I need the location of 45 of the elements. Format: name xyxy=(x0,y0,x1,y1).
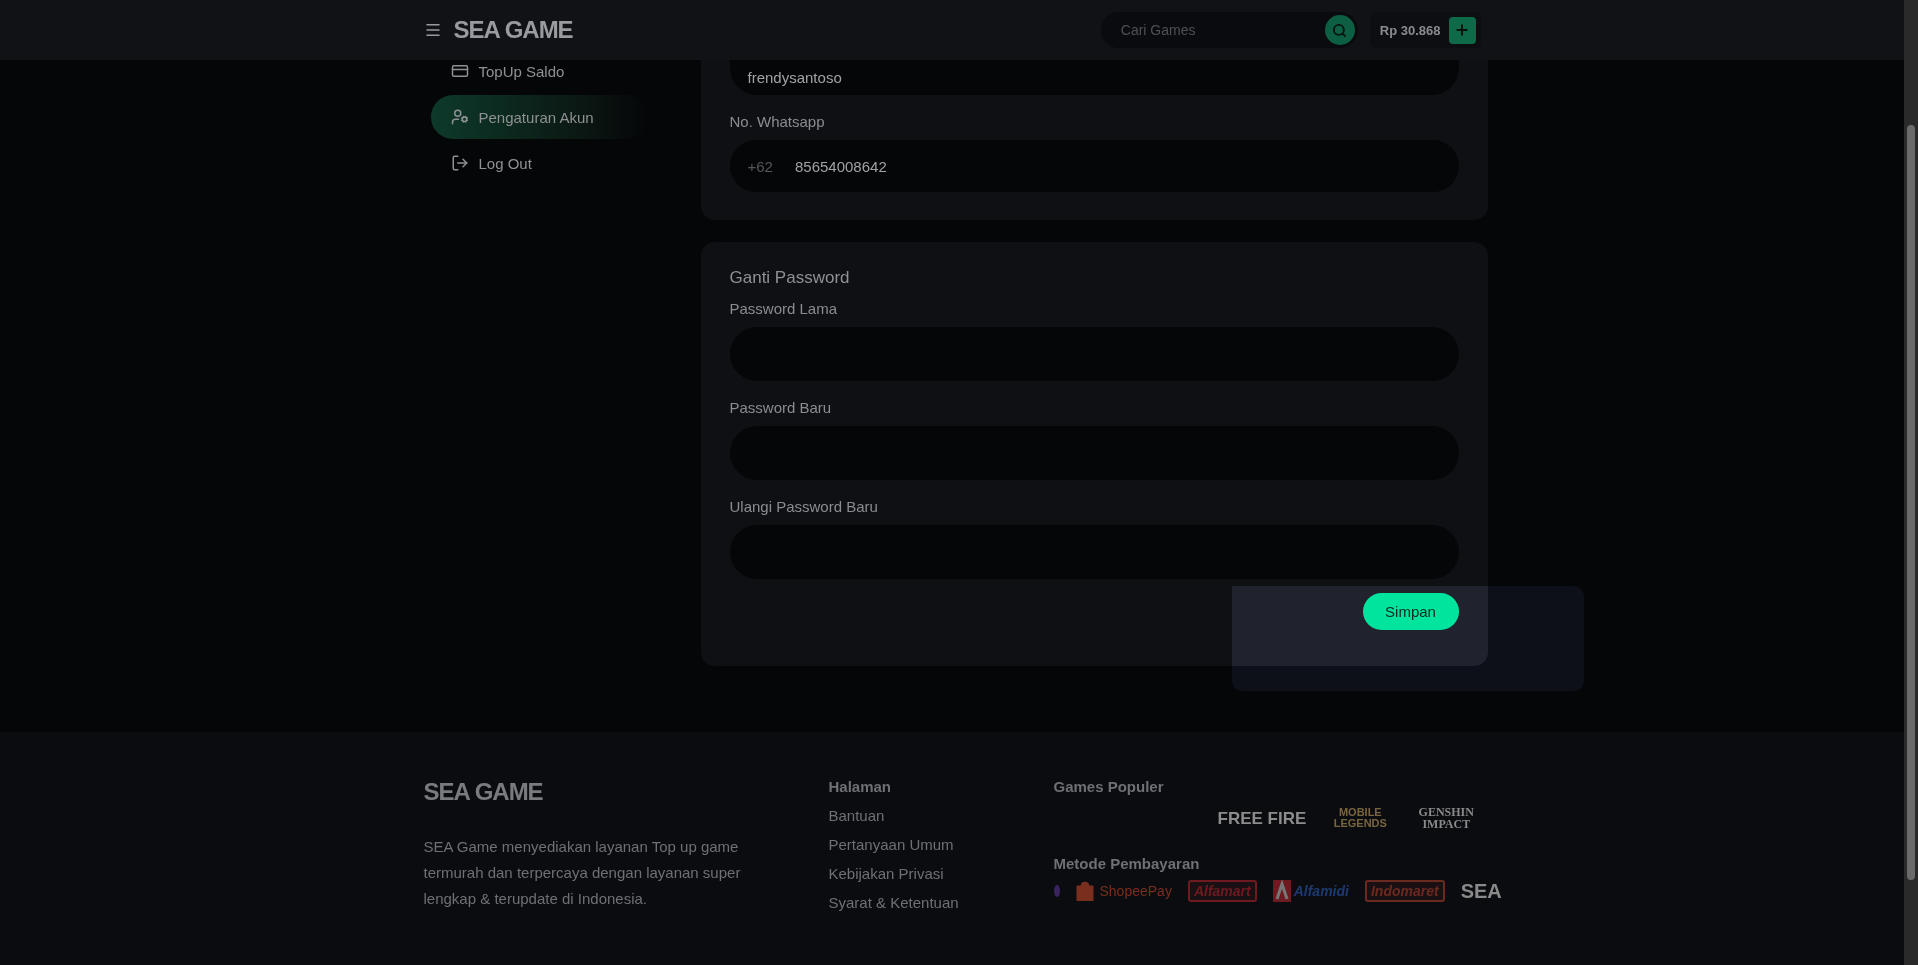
footer-logo: SEA GAME xyxy=(423,778,544,806)
field-label: No. Whatsapp xyxy=(729,113,826,130)
menu-icon[interactable] xyxy=(423,21,442,39)
game-logo[interactable]: FREE FIRE xyxy=(1217,809,1307,827)
sidebar-item[interactable]: Log Out xyxy=(430,153,648,173)
search-button[interactable] xyxy=(1324,15,1355,45)
country-code: +62 xyxy=(747,157,773,175)
ring-logo-icon xyxy=(1053,885,1060,897)
shopping-bag-icon xyxy=(1075,881,1094,901)
field-label: Ulangi Password Baru xyxy=(729,498,879,515)
game-logo[interactable]: GENSHIN IMPACT xyxy=(1414,806,1479,830)
footer-link[interactable]: Syarat & Ketentuan xyxy=(828,894,959,911)
game-logo[interactable]: MOBILE LEGENDS xyxy=(1328,807,1393,829)
card-title: Ganti Password xyxy=(729,268,851,288)
payment-logo: Indomaret xyxy=(1364,880,1445,902)
plus-icon xyxy=(1454,22,1470,38)
footer-link[interactable]: Kebijakan Privasi xyxy=(828,865,944,882)
card-icon xyxy=(450,62,469,80)
search-field[interactable]: Cari Games xyxy=(1100,12,1358,48)
letter-tile-icon xyxy=(1272,880,1291,902)
search-input[interactable]: Cari Games xyxy=(1118,21,1325,39)
user-settings-icon xyxy=(450,108,469,126)
balance-amount: Rp 30.868 xyxy=(1379,22,1441,38)
footer-description: SEA Game menyediakan layanan Top up game termurah dan terpercaya dengan layanan super lengkap & terupdate di Indonesia. xyxy=(423,837,742,909)
footer-link[interactable]: Bantuan xyxy=(828,807,885,824)
payment-logo: Alfamidi xyxy=(1293,883,1349,899)
column-title: Games Populer xyxy=(1053,778,1165,795)
site-logo[interactable]: SEA GAME xyxy=(453,16,573,44)
add-balance-button[interactable] xyxy=(1448,16,1476,44)
scrollbar[interactable] xyxy=(1904,0,1918,965)
field-label: Password Lama xyxy=(729,300,839,317)
column-title: Metode Pembayaran xyxy=(1053,855,1201,872)
save-button[interactable]: Simpan xyxy=(1362,593,1459,630)
username-field[interactable]: frendysantoso xyxy=(729,60,1459,95)
column-title: Halaman xyxy=(828,778,893,795)
whatsapp-field[interactable]: +62 85654008642 xyxy=(729,140,1459,192)
logout-icon xyxy=(450,154,469,172)
payment-logo: ShopeePay xyxy=(1099,883,1172,899)
phone-number: 85654008642 xyxy=(794,157,887,175)
payment-logo: Alfamart xyxy=(1187,880,1257,902)
payment-logo: SEA xyxy=(1460,879,1502,903)
field-label: Password Baru xyxy=(729,399,833,416)
search-icon xyxy=(1332,22,1348,38)
footer-link[interactable]: Pertanyaan Umum xyxy=(828,836,954,853)
sidebar-item[interactable]: TopUp Saldo xyxy=(430,61,648,81)
